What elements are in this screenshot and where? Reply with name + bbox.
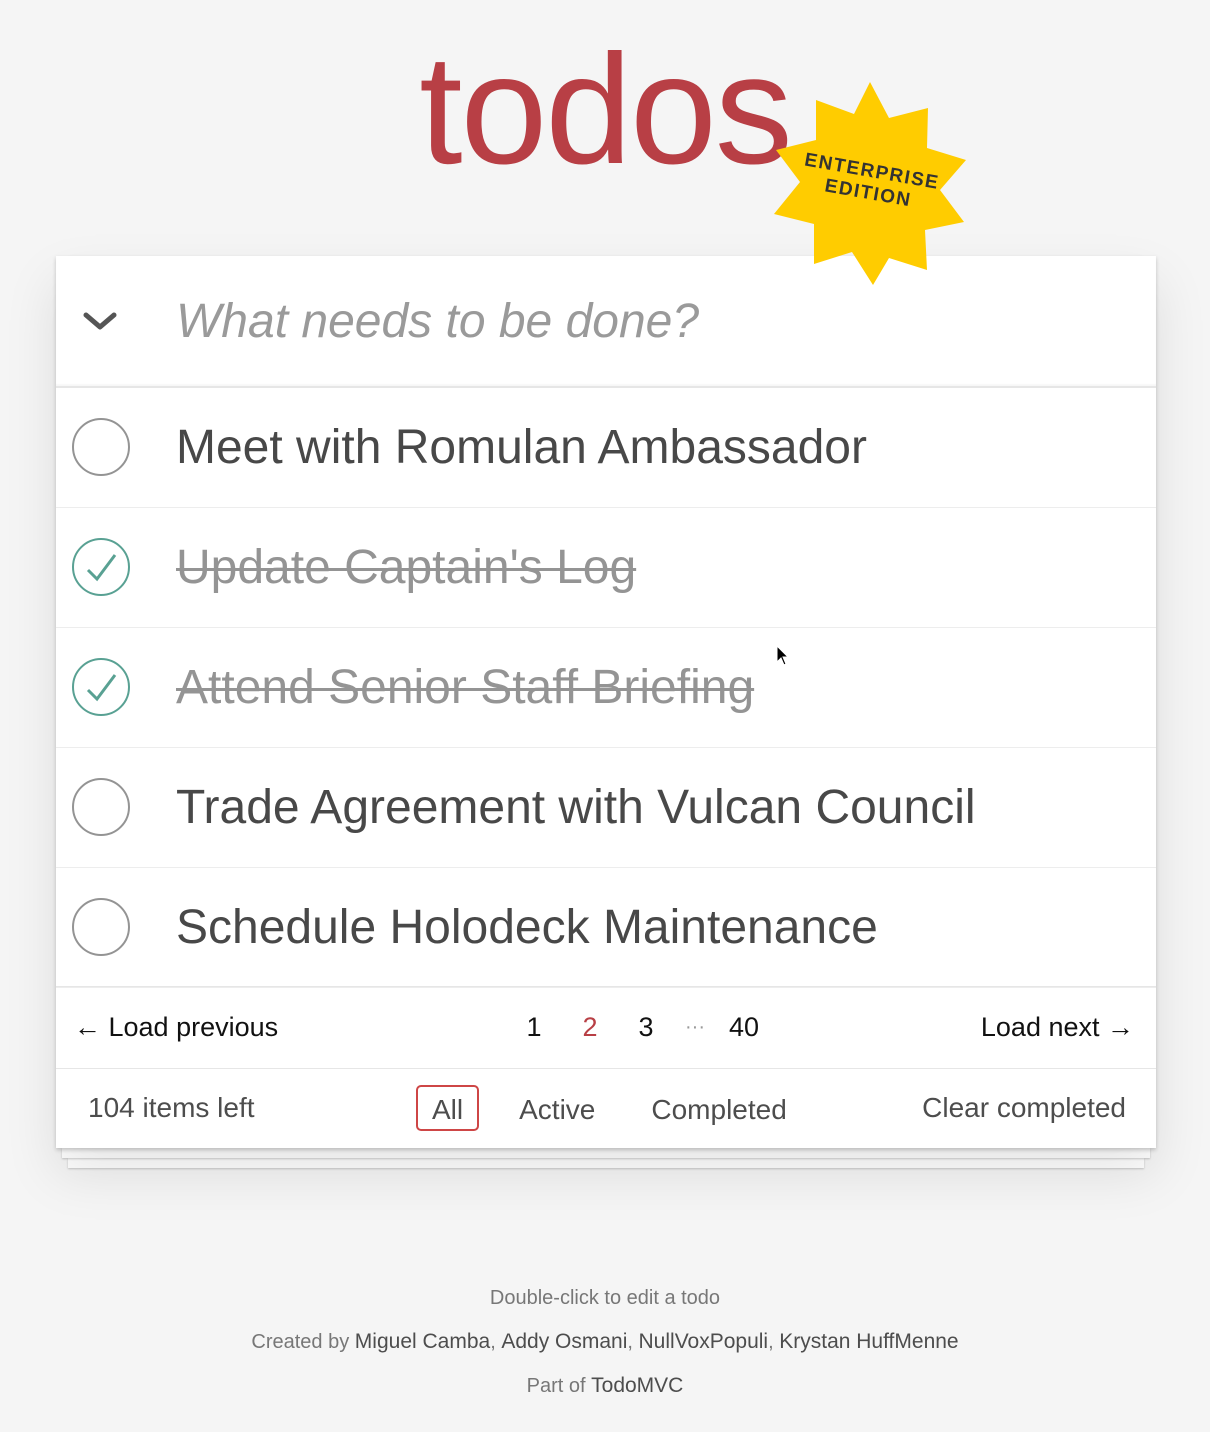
todo-toggle-checkbox[interactable]: [72, 538, 130, 596]
todo-label[interactable]: Trade Agreement with Vulcan Council: [176, 748, 976, 867]
page-link[interactable]: 2: [562, 987, 618, 1068]
new-todo-row: [56, 256, 1156, 388]
author-link[interactable]: Addy Osmani: [501, 1330, 627, 1353]
author-link[interactable]: NullVoxPopuli: [639, 1330, 769, 1353]
credits-line: Created by Miguel Camba, Addy Osmani, Nu…: [0, 1320, 1210, 1364]
todo-label[interactable]: Attend Senior Staff Briefing: [176, 628, 754, 747]
clear-completed-button[interactable]: Clear completed: [922, 1068, 1126, 1148]
author-links: Miguel Camba, Addy Osmani, NullVoxPopuli…: [354, 1330, 959, 1353]
filter-completed[interactable]: Completed: [635, 1085, 802, 1131]
page-link[interactable]: 3: [618, 987, 674, 1068]
todo-item[interactable]: Schedule Holodeck Maintenance: [56, 868, 1156, 988]
part-of-line: Part of TodoMVC: [0, 1364, 1210, 1408]
stack-shadow-2: [68, 1158, 1144, 1168]
page-numbers: 1 2 3 ··· 40: [506, 987, 772, 1068]
todo-item[interactable]: Meet with Romulan Ambassador: [56, 388, 1156, 508]
author-link[interactable]: Krystan HuffMenne: [779, 1330, 958, 1353]
pagination-bar: ← Load previous 1 2 3 ··· 40 Load next →: [56, 986, 1156, 1069]
todo-label[interactable]: Meet with Romulan Ambassador: [176, 388, 867, 507]
todo-toggle-checkbox[interactable]: [72, 898, 130, 956]
todo-item[interactable]: Update Captain's Log: [56, 508, 1156, 628]
items-left-count: 104 items left: [88, 1092, 255, 1123]
filter-tabs: All Active Completed: [416, 1068, 827, 1148]
todo-app: Meet with Romulan AmbassadorUpdate Capta…: [56, 256, 1156, 1148]
chevron-down-icon: [83, 312, 117, 330]
author-link[interactable]: Miguel Camba: [355, 1330, 490, 1353]
todo-label[interactable]: Schedule Holodeck Maintenance: [176, 868, 878, 987]
todo-toggle-checkbox[interactable]: [72, 778, 130, 836]
page-link[interactable]: 1: [506, 987, 562, 1068]
todo-item[interactable]: Attend Senior Staff Briefing: [56, 628, 1156, 748]
page-ellipsis: ···: [685, 1016, 705, 1038]
todomvc-link[interactable]: TodoMVC: [591, 1374, 683, 1397]
todo-list: Meet with Romulan Ambassador Update Capta…: [56, 388, 1156, 988]
load-previous-link[interactable]: ← Load previous: [74, 987, 278, 1068]
todo-toggle-checkbox[interactable]: [72, 418, 130, 476]
created-by-prefix: Created by: [251, 1331, 350, 1353]
stack-shadow-1: [62, 1148, 1150, 1158]
info-footer: Double-click to edit a todo Created by M…: [0, 1276, 1210, 1408]
todo-footer: 104 items left All Active Completed Clear …: [56, 1068, 1156, 1148]
page-link-last[interactable]: 40: [716, 987, 772, 1068]
toggle-all-button[interactable]: [80, 296, 120, 346]
checkmark-icon: [86, 674, 117, 702]
filter-all[interactable]: All: [416, 1085, 480, 1131]
app-title: todos: [419, 23, 793, 197]
enterprise-badge: ENTERPRISE EDITION: [770, 80, 970, 285]
filter-active[interactable]: Active: [503, 1085, 611, 1131]
load-next-link[interactable]: Load next →: [981, 987, 1134, 1068]
todo-toggle-checkbox[interactable]: [72, 658, 130, 716]
edit-hint: Double-click to edit a todo: [489, 1287, 721, 1309]
todo-label[interactable]: Update Captain's Log: [176, 508, 636, 627]
new-todo-input[interactable]: [176, 286, 1116, 356]
part-of-prefix: Part of: [526, 1375, 586, 1397]
checkmark-icon: [86, 554, 117, 582]
mouse-cursor-icon: [776, 644, 790, 672]
todo-item[interactable]: Trade Agreement with Vulcan Council: [56, 748, 1156, 868]
